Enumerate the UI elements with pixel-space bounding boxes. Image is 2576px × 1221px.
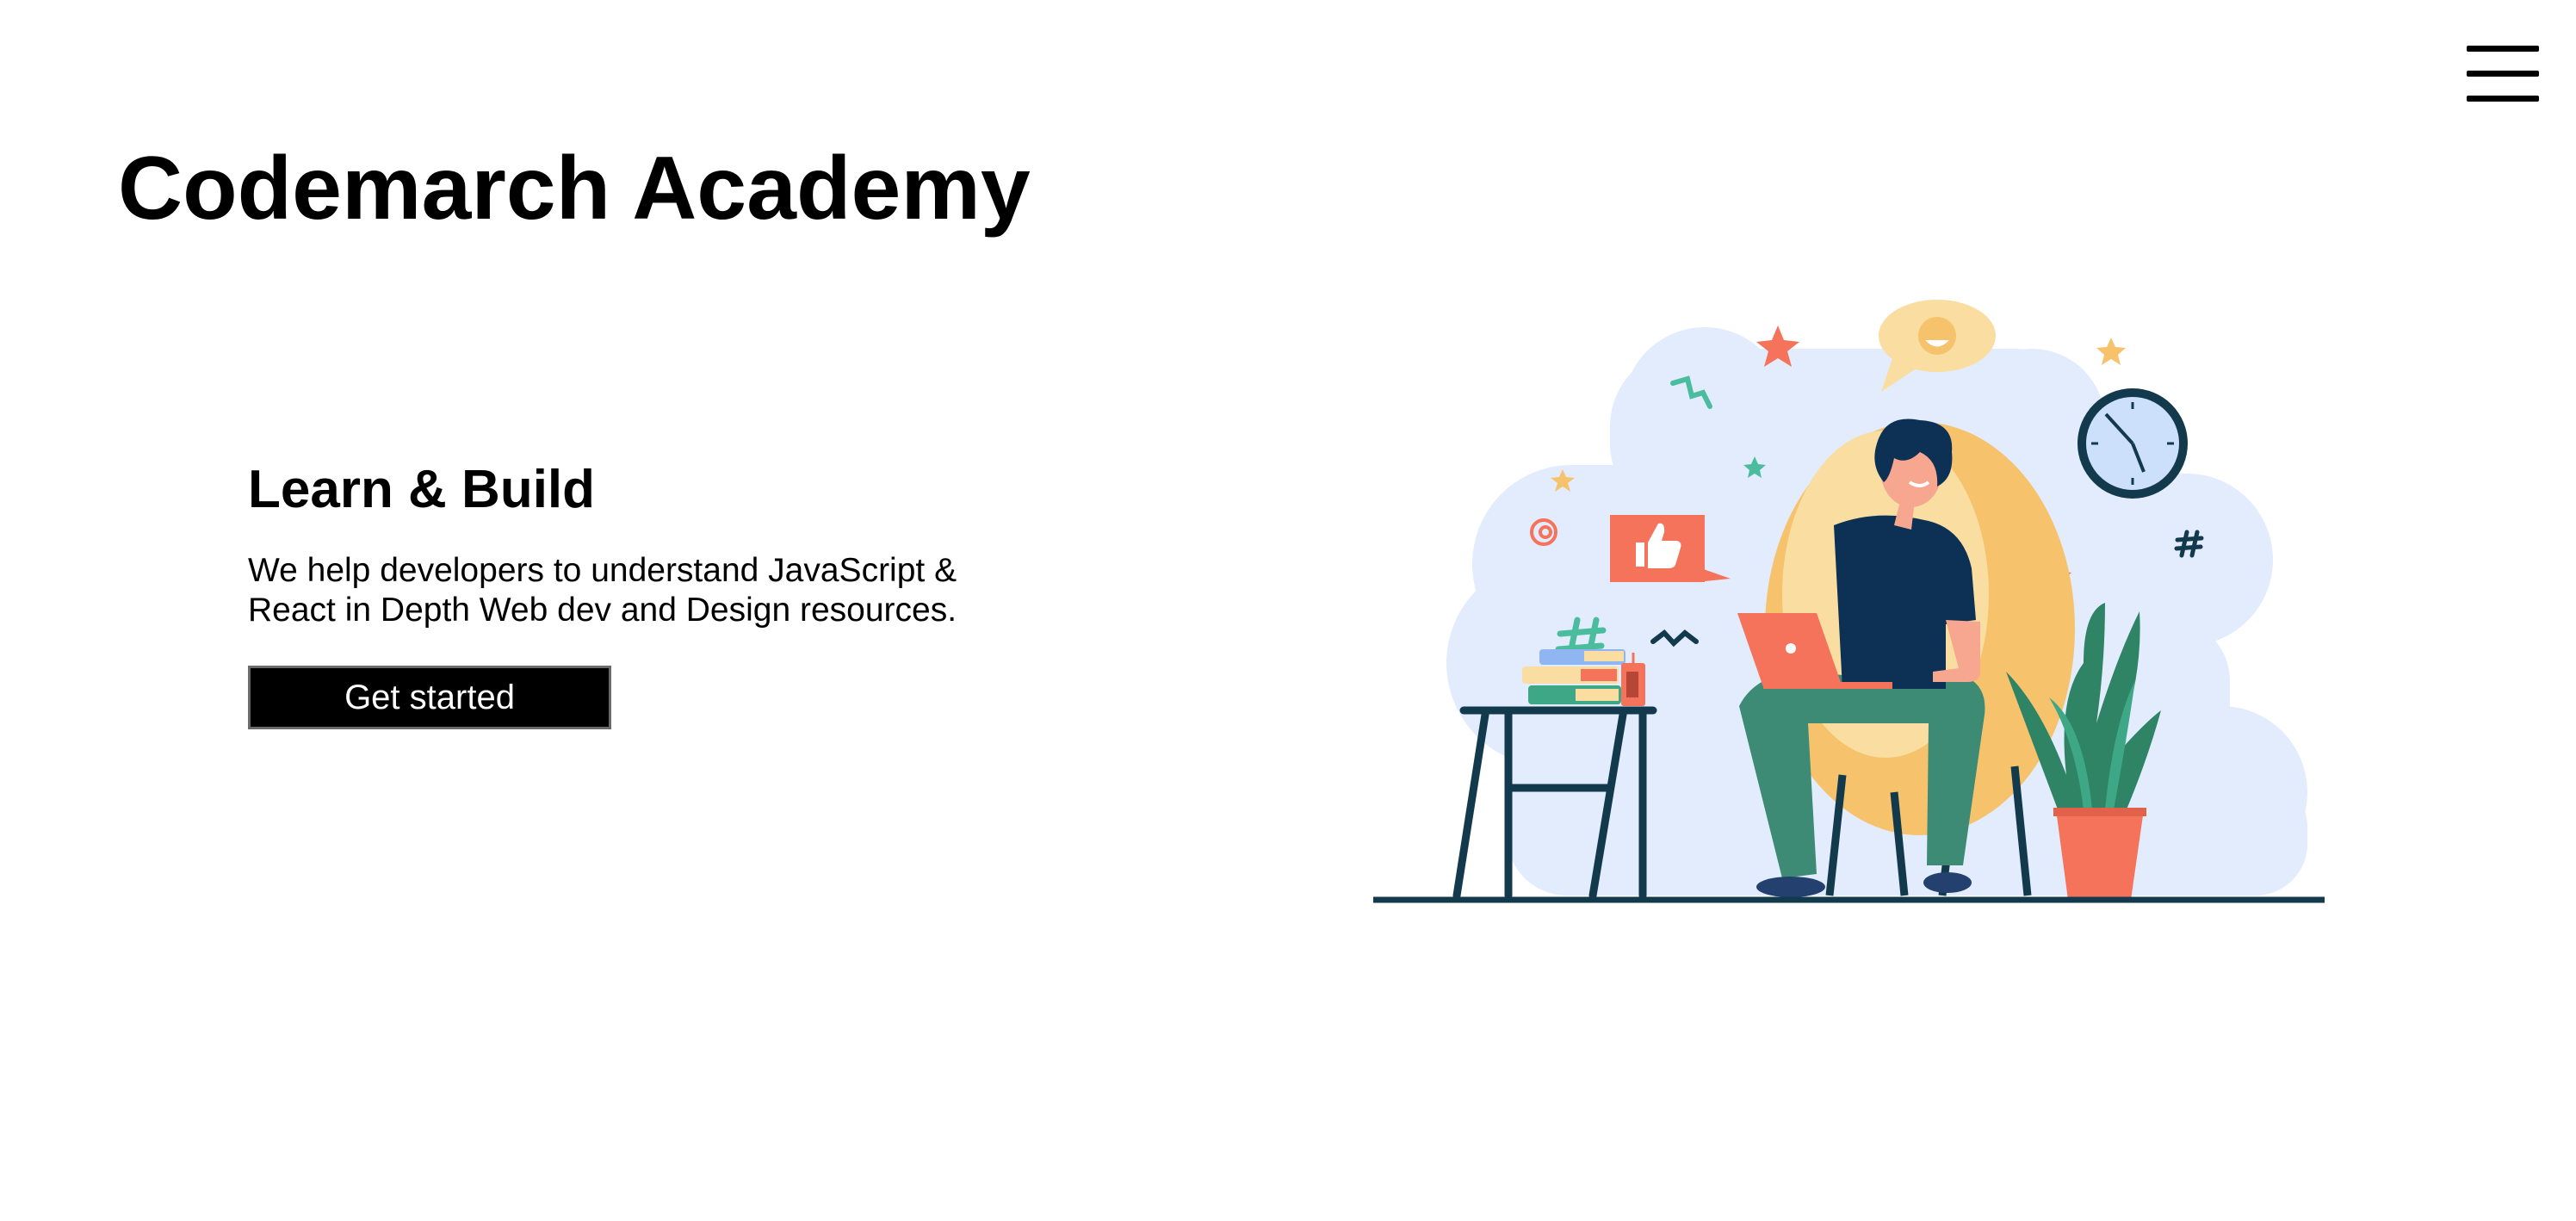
person-working-on-laptop-illustration	[1373, 300, 2325, 903]
hero-description: We help developers to understand JavaScr…	[248, 552, 957, 629]
get-started-button[interactable]: Get started	[248, 666, 611, 729]
menu-bar	[2467, 71, 2539, 77]
menu-bar	[2467, 96, 2539, 102]
site-title: Codemarch Academy	[118, 139, 1031, 239]
star-icon	[2096, 338, 2126, 365]
clock-icon	[2078, 388, 2188, 499]
menu-bar	[2467, 46, 2539, 52]
hamburger-menu-icon[interactable]	[2467, 43, 2539, 105]
landing-page: Codemarch Academy Learn & Build We help …	[0, 0, 2576, 1221]
hero-heading: Learn & Build	[248, 460, 596, 519]
